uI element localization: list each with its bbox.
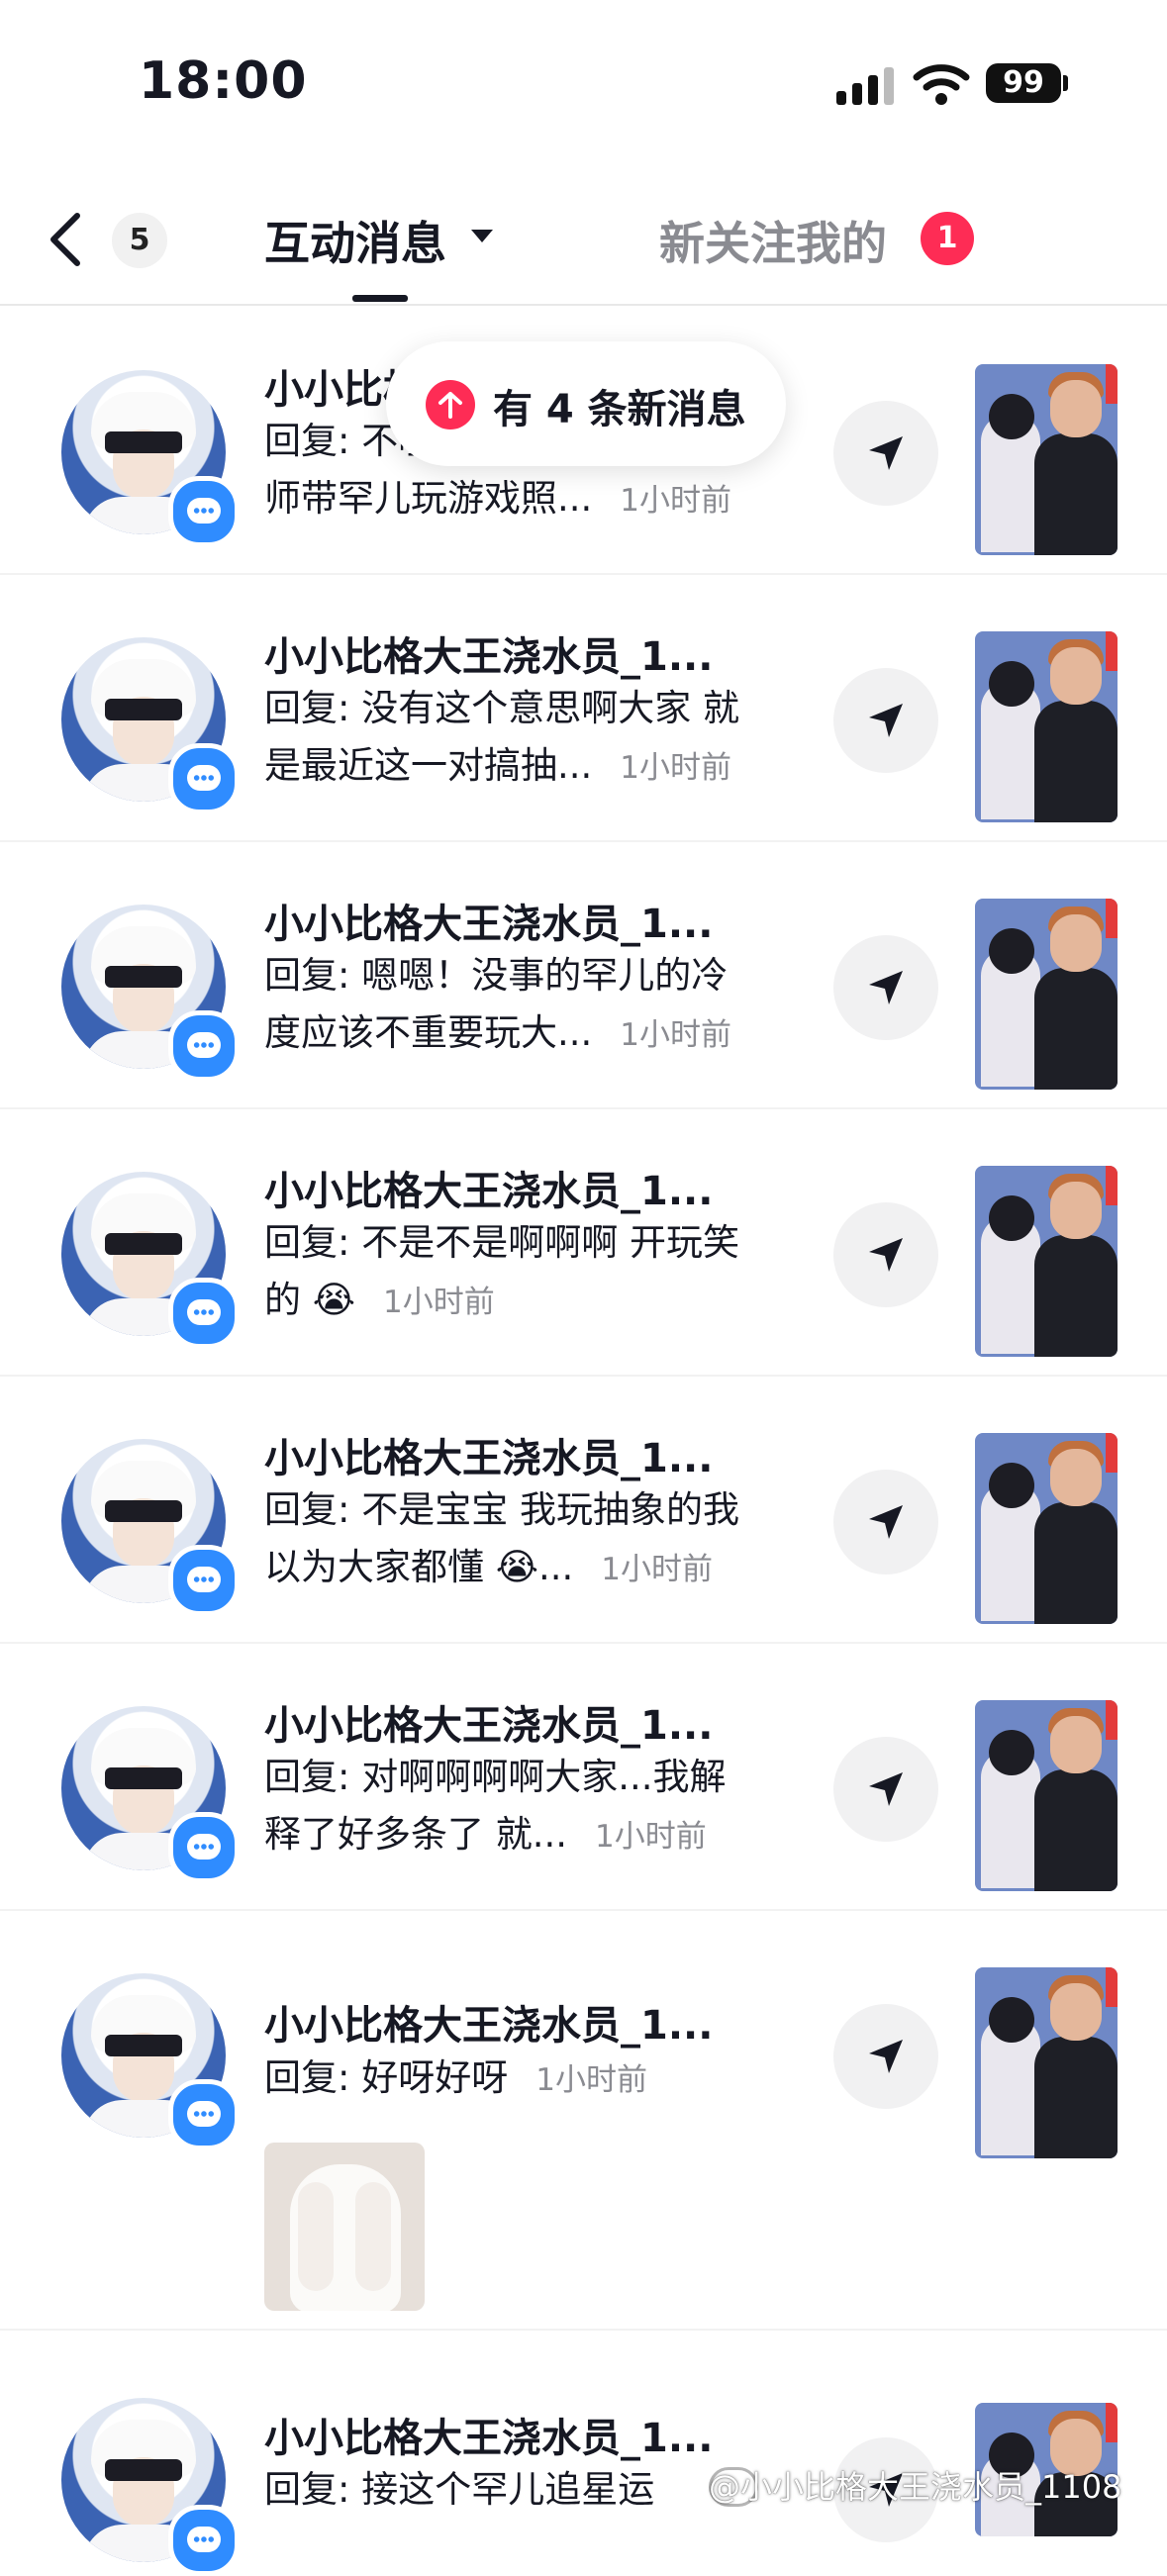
message-line-2: 是最近这一对搞抽... [264,744,593,787]
list-item[interactable]: 小小比格大王浇水员_1... 回复: 不是不是啊啊啊 开玩笑 的 😭 1小时前 [0,1107,1167,1377]
signal-icon [836,65,896,105]
sender-name[interactable]: 小小比格大王浇水员_1... [264,1993,713,2051]
list-item[interactable]: 小小比格大王浇水员_1... 回复: 不是宝宝 我玩抽象的我 以为大家都懂 😭.… [0,1375,1167,1644]
header: 5 互动消息 新关注我的 1 [0,168,1167,306]
send-icon [869,1505,903,1539]
chat-bubble-icon [168,1278,240,1349]
message-text: 回复: 不是宝宝 我玩抽象的我 以为大家都懂 😭... 1小时前 [264,1481,799,1598]
arrow-up-icon [426,380,475,429]
message-text: 回复: 没有这个意思啊大家 就 是最近这一对搞抽... 1小时前 [264,680,799,797]
video-thumbnail[interactable] [975,364,1118,555]
video-thumbnail[interactable] [975,1166,1118,1357]
sender-name[interactable]: 小小比格大王浇水员_1... [264,1693,713,1751]
send-icon [869,1238,903,1272]
tab-new-followers[interactable]: 新关注我的 [659,208,887,273]
sticker-image[interactable] [264,2143,425,2311]
sender-name[interactable]: 小小比格大王浇水员_1... [264,1159,713,1216]
new-followers-badge: 1 [921,212,974,265]
status-time: 18:00 [139,51,308,111]
video-thumbnail[interactable] [975,1700,1118,1891]
send-icon [869,1772,903,1806]
list-item[interactable]: 小小比格大王浇水员_1... 回复: 嗯嗯！没事的罕儿的冷 度应该不重要玩大..… [0,840,1167,1109]
wifi-icon [913,64,970,105]
video-thumbnail[interactable] [975,1967,1118,2158]
message-line-2: 的 😭 [264,1279,355,1321]
message-line-2: 度应该不重要玩大... [264,1011,593,1054]
reply-button[interactable] [833,401,938,506]
send-icon [869,704,903,737]
timestamp: 1小时前 [620,750,732,786]
active-tab-indicator [352,295,408,302]
chat-bubble-icon [168,1545,240,1616]
chat-bubble-icon [168,2079,240,2150]
message-text: 回复: 好呀好呀 1小时前 [264,2050,799,2109]
list-item[interactable]: 小小比格大王浇水员_1... 回复: 没有这个意思啊大家 就 是最近这一对搞抽.… [0,573,1167,842]
timestamp: 1小时前 [620,483,732,519]
reply-button[interactable] [833,668,938,773]
battery-tip [1063,75,1068,91]
sender-name[interactable]: 小小比格大王浇水员_1... [264,1426,713,1483]
chat-bubble-icon [168,1812,240,1883]
timestamp: 1小时前 [383,1285,495,1320]
message-text: 回复: 嗯嗯！没事的罕儿的冷 度应该不重要玩大... 1小时前 [264,947,799,1064]
message-line-1: 回复: 嗯嗯！没事的罕儿的冷 [264,954,729,997]
message-line-2: 释了好多条了 就... [264,1813,568,1856]
message-line-1: 回复: 不是不是啊啊啊 开玩笑 [264,1221,739,1264]
message-line-1: 回复: 好呀好呀 [264,2056,509,2099]
watermark: @小小比格大王浇水员_1108 [709,2468,1122,2506]
message-line-1: 回复: 不是宝宝 我玩抽象的我 [264,1488,739,1531]
video-thumbnail[interactable] [975,631,1118,822]
reply-button[interactable] [833,1470,938,1574]
timestamp: 1小时前 [595,1819,707,1855]
timestamp: 1小时前 [601,1552,714,1587]
back-unread-count: 5 [112,213,167,268]
battery-icon: 99 [986,63,1061,103]
message-text: 回复: 对啊啊啊啊大家...我解 释了好多条了 就... 1小时前 [264,1749,799,1865]
list-item[interactable]: 小小比格大王浇水员_1... 回复: 对啊啊啊啊大家...我解 释了好多条了 就… [0,1642,1167,1911]
send-icon [869,436,903,470]
chat-bubble-icon [168,743,240,814]
sender-name[interactable]: 小小比格大王浇水员_1... [264,2406,713,2463]
timestamp: 1小时前 [620,1017,732,1053]
message-line-1: 回复: 对啊啊啊啊大家...我解 [264,1756,727,1798]
timestamp: 1小时前 [535,2062,647,2098]
message-line-2: 以为大家都懂 😭... [264,1546,574,1588]
caret-down-icon[interactable] [471,230,493,242]
sender-name[interactable]: 小小比格大王浇水员_1... [264,892,713,949]
reply-button[interactable] [833,1202,938,1307]
reply-button[interactable] [833,935,938,1040]
send-icon [869,2040,903,2073]
chat-bubble-icon [168,1010,240,1082]
chevron-left-icon[interactable] [46,210,85,269]
sender-name[interactable]: 小小比格大王浇水员_1... [264,624,713,682]
list-item[interactable]: 小小比格大王浇水员_1... 回复: 好呀好呀 1小时前 [0,1909,1167,2331]
video-thumbnail[interactable] [975,899,1118,1090]
send-icon [869,971,903,1004]
status-bar: 18:00 99 [0,0,1167,168]
message-line-2: 师带罕儿玩游戏照... [264,477,593,520]
reply-button[interactable] [833,1737,938,1842]
message-line-1: 回复: 没有这个意思啊大家 就 [264,687,739,729]
chat-bubble-icon [168,476,240,547]
toast-text: 有 4 条新消息 [493,387,746,432]
video-thumbnail[interactable] [975,1433,1118,1624]
tab-interactions[interactable]: 互动消息 [264,208,446,273]
new-messages-toast[interactable]: 有 4 条新消息 [386,341,786,466]
reply-button[interactable] [833,2004,938,2109]
chat-bubble-icon [168,2505,240,2576]
message-text: 回复: 不是不是啊啊啊 开玩笑 的 😭 1小时前 [264,1214,799,1331]
